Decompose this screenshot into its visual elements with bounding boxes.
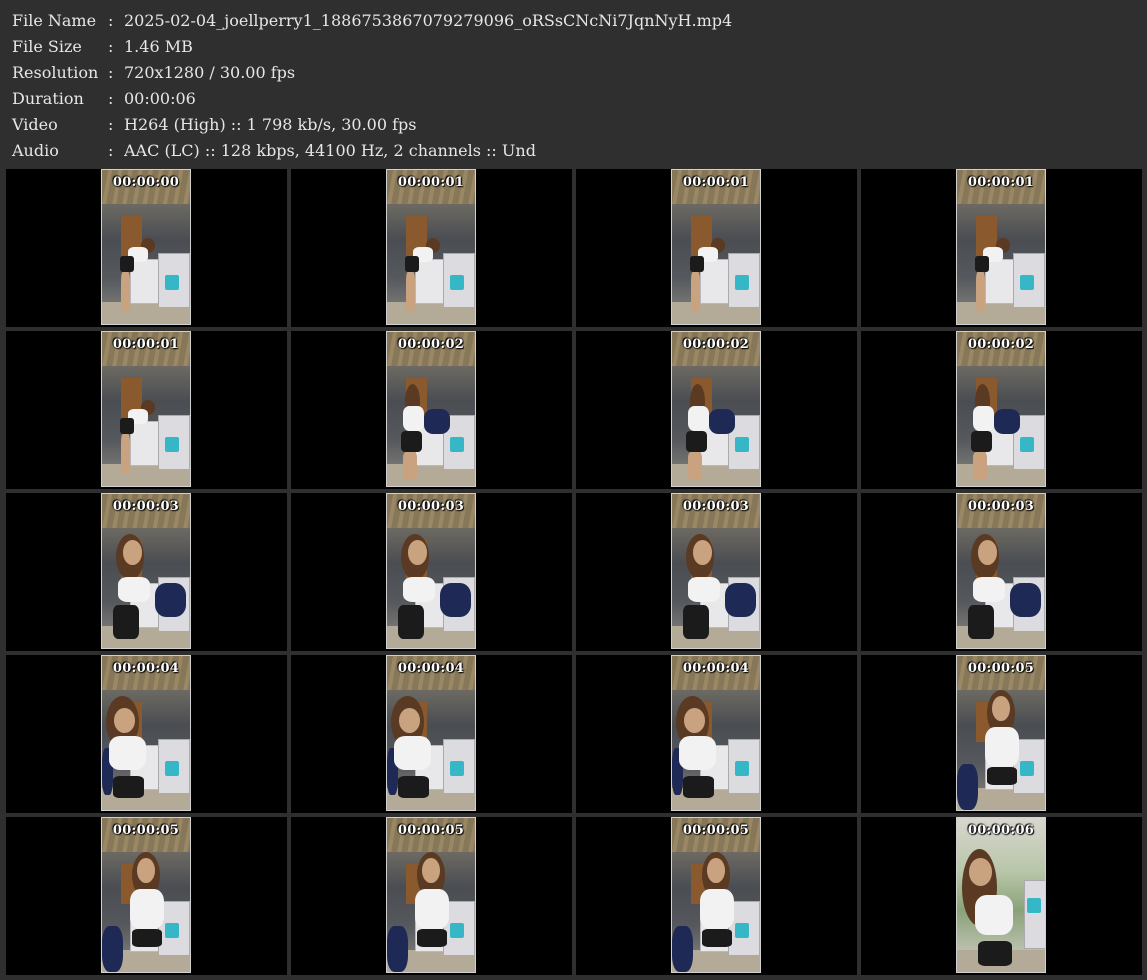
info-key: Resolution: [12, 63, 99, 82]
frame-timestamp: 00:00:02: [397, 337, 465, 352]
video-frame-image: [386, 817, 476, 973]
info-separator: :: [108, 37, 114, 56]
frame-timestamp: 00:00:01: [112, 337, 180, 352]
thumbnail-cell[interactable]: 00:00:00: [6, 169, 287, 327]
frame-timestamp: 00:00:03: [397, 499, 465, 514]
file-info-panel: File Name : 2025-02-04_joellperry1_18867…: [12, 8, 1132, 164]
frame-timestamp: 00:00:06: [967, 823, 1035, 838]
thumbnail-cell[interactable]: 00:00:04: [6, 655, 287, 813]
file-name-value: 2025-02-04_joellperry1_18867538670792790…: [124, 11, 733, 30]
thumbnail-cell[interactable]: 00:00:02: [291, 331, 572, 489]
video-frame-image: [671, 655, 761, 811]
video-frame-image: [671, 493, 761, 649]
video-frame-image: [671, 169, 761, 325]
video-frame-image: [671, 331, 761, 487]
file-size-value: 1.46 MB: [124, 37, 193, 56]
thumbnail-cell[interactable]: 00:00:05: [576, 817, 857, 975]
frame-timestamp: 00:00:02: [967, 337, 1035, 352]
thumbnail-cell[interactable]: 00:00:01: [291, 169, 572, 327]
audio-codec-value: AAC (LC) :: 128 kbps, 44100 Hz, 2 channe…: [124, 141, 536, 160]
thumbnail-cell[interactable]: 00:00:04: [576, 655, 857, 813]
frame-timestamp: 00:00:01: [967, 175, 1035, 190]
thumbnail-cell[interactable]: 00:00:03: [576, 493, 857, 651]
frame-timestamp: 00:00:04: [682, 661, 750, 676]
thumbnail-cell[interactable]: 00:00:03: [6, 493, 287, 651]
info-separator: :: [108, 89, 114, 108]
video-frame-image: [956, 331, 1046, 487]
frame-timestamp: 00:00:01: [397, 175, 465, 190]
thumbnail-cell[interactable]: 00:00:01: [6, 331, 287, 489]
thumbnail-cell[interactable]: 00:00:01: [576, 169, 857, 327]
video-frame-image: [101, 169, 191, 325]
thumbnail-cell[interactable]: 00:00:02: [861, 331, 1142, 489]
video-frame-image: [386, 493, 476, 649]
frame-timestamp: 00:00:03: [682, 499, 750, 514]
info-key: File Size: [12, 37, 82, 56]
thumbnail-cell[interactable]: 00:00:03: [861, 493, 1142, 651]
video-codec-value: H264 (High) :: 1 798 kb/s, 30.00 fps: [124, 115, 417, 134]
info-separator: :: [108, 115, 114, 134]
video-frame-image: [671, 817, 761, 973]
resolution-value: 720x1280 / 30.00 fps: [124, 63, 296, 82]
video-frame-image: [956, 655, 1046, 811]
info-separator: :: [108, 141, 114, 160]
video-frame-image: [101, 655, 191, 811]
video-frame-image: [956, 169, 1046, 325]
frame-timestamp: 00:00:05: [967, 661, 1035, 676]
frame-timestamp: 00:00:04: [112, 661, 180, 676]
info-separator: :: [108, 11, 114, 30]
frame-timestamp: 00:00:05: [112, 823, 180, 838]
thumbnail-cell[interactable]: 00:00:01: [861, 169, 1142, 327]
video-frame-image: [101, 817, 191, 973]
info-key: Duration: [12, 89, 84, 108]
frame-timestamp: 00:00:01: [682, 175, 750, 190]
frame-timestamp: 00:00:00: [112, 175, 180, 190]
frame-timestamp: 00:00:03: [967, 499, 1035, 514]
info-row-audio: Audio : AAC (LC) :: 128 kbps, 44100 Hz, …: [12, 138, 1132, 164]
info-row-file-name: File Name : 2025-02-04_joellperry1_18867…: [12, 8, 1132, 34]
info-key: Audio: [12, 141, 59, 160]
info-row-duration: Duration : 00:00:06: [12, 86, 1132, 112]
duration-value: 00:00:06: [124, 89, 196, 108]
video-frame-image: [101, 331, 191, 487]
frame-timestamp: 00:00:02: [682, 337, 750, 352]
thumbnail-cell[interactable]: 00:00:05: [291, 817, 572, 975]
thumbnail-cell[interactable]: 00:00:03: [291, 493, 572, 651]
thumbnail-grid: 00:00:00 00:00:01 00:00:01 00:00:01 00:00:01…: [6, 169, 1143, 975]
video-frame-image: [956, 493, 1046, 649]
thumbnail-cell[interactable]: 00:00:04: [291, 655, 572, 813]
frame-timestamp: 00:00:05: [397, 823, 465, 838]
thumbnail-cell[interactable]: 00:00:05: [6, 817, 287, 975]
video-frame-image: [386, 331, 476, 487]
video-frame-image: [956, 817, 1046, 973]
info-key: Video: [12, 115, 58, 134]
thumbnail-cell[interactable]: 00:00:02: [576, 331, 857, 489]
frame-timestamp: 00:00:04: [397, 661, 465, 676]
frame-timestamp: 00:00:05: [682, 823, 750, 838]
info-row-file-size: File Size : 1.46 MB: [12, 34, 1132, 60]
thumbnail-cell[interactable]: 00:00:05: [861, 655, 1142, 813]
thumbnail-cell[interactable]: 00:00:06: [861, 817, 1142, 975]
info-separator: :: [108, 63, 114, 82]
frame-timestamp: 00:00:03: [112, 499, 180, 514]
info-row-video: Video : H264 (High) :: 1 798 kb/s, 30.00…: [12, 112, 1132, 138]
video-frame-image: [386, 169, 476, 325]
video-frame-image: [101, 493, 191, 649]
video-frame-image: [386, 655, 476, 811]
info-key: File Name: [12, 11, 97, 30]
info-row-resolution: Resolution : 720x1280 / 30.00 fps: [12, 60, 1132, 86]
